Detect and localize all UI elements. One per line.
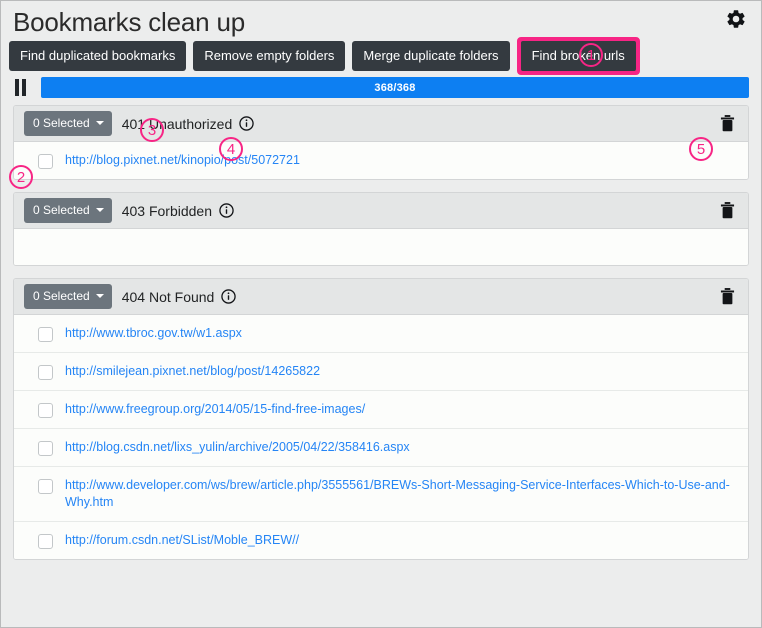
list-item[interactable]: http://blog.pixnet.net/kinopio/post/5072… <box>14 142 748 179</box>
select-dropdown-label: 0 Selected <box>33 116 90 130</box>
section-header: 0 Selected 403 Forbidden <box>14 193 748 229</box>
chevron-down-icon <box>95 121 104 125</box>
section-404-not-found: 0 Selected 404 Not Found http://www.tbro… <box>13 278 749 560</box>
list-item[interactable]: http://www.developer.com/ws/brew/article… <box>14 467 748 522</box>
progress-fill: 368/368 <box>41 77 749 98</box>
chevron-down-icon <box>95 294 104 298</box>
list-item[interactable]: http://blog.csdn.net/lixs_yulin/archive/… <box>14 429 748 467</box>
merge-duplicate-folders-button[interactable]: Merge duplicate folders <box>352 41 510 71</box>
find-broken-urls-wrap: Find broken urls <box>516 37 640 75</box>
trash-icon[interactable] <box>718 287 736 307</box>
row-checkbox[interactable] <box>38 403 53 418</box>
section-body-empty <box>14 229 748 265</box>
row-checkbox[interactable] <box>38 365 53 380</box>
find-duplicated-bookmarks-wrap: Find duplicated bookmarks <box>9 41 187 71</box>
remove-empty-folders-wrap: Remove empty folders <box>193 41 346 71</box>
list-item[interactable]: http://smilejean.pixnet.net/blog/post/14… <box>14 353 748 391</box>
section-403-forbidden: 0 Selected 403 Forbidden <box>13 192 749 266</box>
section-401-unauthorized: 0 Selected 401 Unauthorized http://blog.… <box>13 105 749 180</box>
section-body: http://www.tbroc.gov.tw/w1.aspx http://s… <box>14 315 748 559</box>
row-checkbox[interactable] <box>38 534 53 549</box>
section-header: 0 Selected 404 Not Found <box>14 279 748 315</box>
progress-bar: 368/368 <box>41 77 749 98</box>
gear-icon[interactable] <box>723 6 749 32</box>
progress-label: 368/368 <box>374 81 416 94</box>
info-icon[interactable] <box>219 203 234 218</box>
section-title: 404 Not Found <box>121 288 215 305</box>
url-link[interactable]: http://www.freegroup.org/2014/05/15-find… <box>65 401 365 418</box>
url-link[interactable]: http://blog.csdn.net/lixs_yulin/archive/… <box>65 439 410 456</box>
toolbar: Find duplicated bookmarks Remove empty f… <box>1 37 761 75</box>
find-broken-urls-button[interactable]: Find broken urls <box>520 41 636 71</box>
list-item[interactable]: http://forum.csdn.net/SList/Moble_BREW// <box>14 522 748 559</box>
row-checkbox[interactable] <box>38 441 53 456</box>
section-title: 403 Forbidden <box>121 202 213 219</box>
chevron-down-icon <box>95 208 104 212</box>
row-checkbox[interactable] <box>38 479 53 494</box>
row-checkbox[interactable] <box>38 327 53 342</box>
info-icon[interactable] <box>221 289 237 304</box>
pause-icon[interactable] <box>15 79 31 96</box>
url-link[interactable]: http://blog.pixnet.net/kinopio/post/5072… <box>65 152 300 169</box>
section-body: http://blog.pixnet.net/kinopio/post/5072… <box>14 142 748 179</box>
progress-row: 368/368 <box>1 71 761 105</box>
pause-bar-right <box>22 79 26 96</box>
select-dropdown-label: 0 Selected <box>33 289 90 303</box>
merge-duplicate-folders-wrap: Merge duplicate folders <box>352 41 510 71</box>
select-dropdown-label: 0 Selected <box>33 203 90 217</box>
url-link[interactable]: http://smilejean.pixnet.net/blog/post/14… <box>65 363 320 380</box>
trash-icon[interactable] <box>718 201 736 221</box>
section-title: 401 Unauthorized <box>121 115 233 132</box>
find-duplicated-bookmarks-button[interactable]: Find duplicated bookmarks <box>9 41 187 71</box>
results-sections: 0 Selected 401 Unauthorized http://blog.… <box>1 105 761 560</box>
list-item[interactable]: http://www.freegroup.org/2014/05/15-find… <box>14 391 748 429</box>
info-icon[interactable] <box>239 116 254 131</box>
select-dropdown-403[interactable]: 0 Selected <box>24 198 112 223</box>
page-title: Bookmarks clean up <box>13 7 245 37</box>
select-dropdown-404[interactable]: 0 Selected <box>24 284 112 309</box>
url-link[interactable]: http://forum.csdn.net/SList/Moble_BREW// <box>65 532 299 549</box>
pause-bar-left <box>15 79 19 96</box>
header: Bookmarks clean up <box>1 1 761 37</box>
trash-icon[interactable] <box>718 114 736 134</box>
url-link[interactable]: http://www.developer.com/ws/brew/article… <box>65 477 736 511</box>
section-header: 0 Selected 401 Unauthorized <box>14 106 748 142</box>
url-link[interactable]: http://www.tbroc.gov.tw/w1.aspx <box>65 325 242 342</box>
row-checkbox[interactable] <box>38 154 53 169</box>
app-window: Bookmarks clean up Find duplicated bookm… <box>0 0 762 628</box>
select-dropdown-401[interactable]: 0 Selected <box>24 111 112 136</box>
list-item[interactable]: http://www.tbroc.gov.tw/w1.aspx <box>14 315 748 353</box>
remove-empty-folders-button[interactable]: Remove empty folders <box>193 41 346 71</box>
